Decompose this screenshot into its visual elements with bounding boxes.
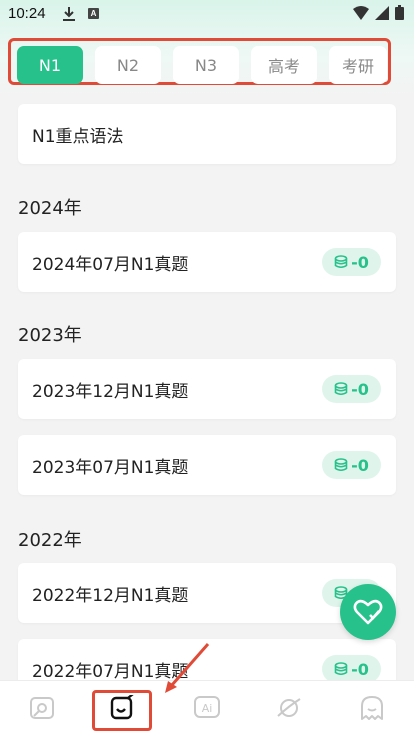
coin-value: -0 [351,659,369,679]
photo-frame-icon [30,697,54,719]
wifi-icon [353,5,369,25]
tab-n3[interactable]: N3 [173,46,239,84]
tab-gaokao[interactable]: 高考 [251,46,317,84]
key-grammar-label: N1重点语法 [32,127,124,147]
coin-value: -0 [351,379,369,399]
key-grammar-card[interactable]: N1重点语法 [18,104,396,164]
exam-card[interactable]: 2023年07月N1真题 -0 [18,435,396,495]
download-icon [62,6,76,27]
exam-card[interactable]: 2023年12月N1真题 -0 [18,359,396,419]
coin-badge: -0 [322,451,381,479]
tab-n1[interactable]: N1 [17,46,83,84]
nav-highlight-frame [92,690,152,731]
coin-stack-icon [334,662,348,676]
nav-item-profile[interactable] [357,693,387,723]
level-tabs: N1 N2 N3 高考 考研 [17,46,387,84]
coin-badge: -0 [322,375,381,403]
coin-badge: -0 [322,655,381,683]
exam-title: 2022年12月N1真题 [32,586,189,606]
exam-title: 2024年07月N1真题 [32,255,189,275]
svg-text:Ai: Ai [202,702,213,715]
nav-item-explore[interactable] [274,693,304,723]
coin-stack-icon [334,255,348,269]
signal-icon [375,5,389,25]
coin-stack-icon [334,382,348,396]
coin-badge: -0 [322,248,381,276]
favorite-button[interactable] [340,584,396,640]
coin-value: -0 [351,455,369,475]
exam-card[interactable]: 2024年07月N1真题 -0 [18,232,396,292]
exam-title: 2023年07月N1真题 [32,458,189,478]
tab-n2[interactable]: N2 [95,46,161,84]
exam-title: 2023年12月N1真题 [32,382,189,402]
ghost-icon [361,696,383,720]
year-heading-2022: 2022年 [18,530,82,551]
annotation-arrow-down [165,643,210,693]
heart-check-icon [353,599,383,625]
status-bar: 10:24 A [0,0,414,30]
notification-a-icon: A [88,8,99,19]
year-heading-2024: 2024年 [18,198,82,219]
coin-value: -0 [351,252,369,272]
status-time: 10:24 [8,5,46,22]
tab-kaoyan[interactable]: 考研 [329,46,387,84]
planet-icon [277,698,301,717]
battery-icon [395,5,404,25]
coin-stack-icon [334,458,348,472]
year-heading-2023: 2023年 [18,325,82,346]
ai-icon: Ai [194,696,220,718]
nav-item-photo[interactable] [27,693,57,723]
